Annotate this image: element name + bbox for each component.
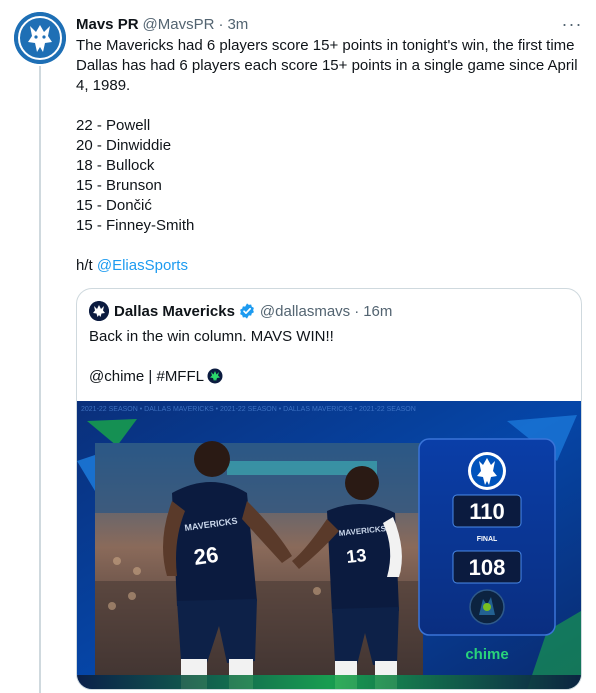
game-result-image[interactable]: 2021-22 SEASON • DALLAS MAVERICKS • 2021… xyxy=(77,401,581,689)
verified-badge-icon xyxy=(238,302,256,320)
tweet-intro-text: The Mavericks had 6 players score 15+ po… xyxy=(76,37,578,94)
separator-dot: · xyxy=(218,15,224,33)
quoted-line-1: Back in the win column. MAVS WIN!! xyxy=(89,328,334,345)
chime-logo: chime xyxy=(465,646,508,663)
quoted-author-name[interactable]: Dallas Mavericks xyxy=(114,303,235,320)
mavs-pr-logo-icon xyxy=(14,12,66,64)
stat-line: 18 - Bullock xyxy=(76,157,155,174)
hat-tip-line: h/t @EliasSports xyxy=(76,256,584,276)
hat-tip-prefix: h/t xyxy=(76,257,97,274)
tweet-timestamp[interactable]: 3m xyxy=(227,16,248,33)
jersey-left-number: 26 xyxy=(192,542,220,570)
separator-dot: · xyxy=(354,302,360,320)
avatar[interactable] xyxy=(14,12,66,64)
home-score: 110 xyxy=(469,499,505,524)
tweet-body: The Mavericks had 6 players score 15+ po… xyxy=(76,36,584,276)
stat-line: 15 - Dončić xyxy=(76,197,152,214)
quoted-tweet-header: Dallas Mavericks @dallasmavs · 16m xyxy=(89,301,392,321)
stat-line: 20 - Dinwiddie xyxy=(76,137,172,154)
quoted-tweet-body: Back in the win column. MAVS WIN!! @chim… xyxy=(89,327,569,387)
stat-line: 22 - Powell xyxy=(76,117,151,134)
tweet-header: Mavs PR @MavsPR · 3m xyxy=(76,14,248,34)
quoted-tweet-card[interactable]: Dallas Mavericks @dallasmavs · 16m Back … xyxy=(76,288,582,690)
quoted-avatar[interactable] xyxy=(89,301,109,321)
author-handle[interactable]: @MavsPR xyxy=(143,16,215,33)
season-banner-text: 2021-22 SEASON • DALLAS MAVERICKS • 2021… xyxy=(81,406,416,413)
mavericks-emoji-icon xyxy=(207,368,223,384)
quoted-timestamp[interactable]: 16m xyxy=(363,303,392,320)
quoted-line-2: @chime | #MFFL xyxy=(89,367,569,387)
stat-line: 15 - Finney-Smith xyxy=(76,217,195,234)
author-name[interactable]: Mavs PR xyxy=(76,16,139,33)
game-status: FINAL xyxy=(477,536,498,543)
stat-line: 15 - Brunson xyxy=(76,177,162,194)
more-options-icon[interactable]: ··· xyxy=(560,14,584,34)
thread-connector-line xyxy=(39,66,41,693)
away-score: 108 xyxy=(469,555,506,580)
jersey-right-number: 13 xyxy=(345,545,367,567)
elias-sports-link[interactable]: @EliasSports xyxy=(97,257,188,274)
score-card: 110 FINAL 108 xyxy=(418,438,556,636)
dallas-mavericks-logo-icon xyxy=(89,301,109,321)
quoted-author-handle[interactable]: @dallasmavs xyxy=(260,303,350,320)
quoted-hashtag-text: @chime | #MFFL xyxy=(89,368,204,385)
